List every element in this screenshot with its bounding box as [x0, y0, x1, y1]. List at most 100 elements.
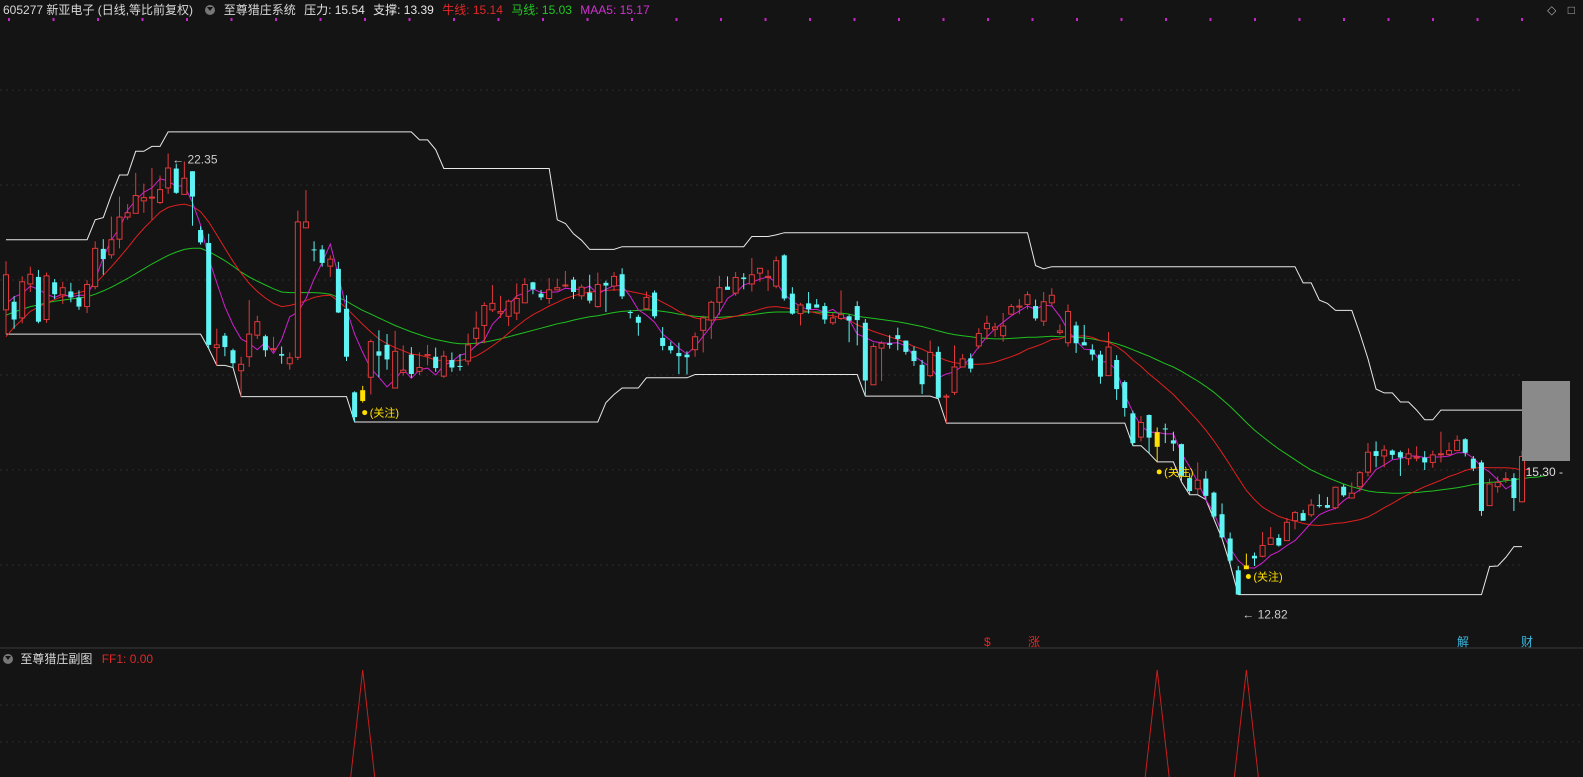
attention-label: (关注) — [1164, 465, 1193, 479]
candle-body — [1033, 306, 1039, 319]
candle-body — [11, 301, 17, 320]
ff1-spike — [350, 669, 376, 777]
bull-line — [5, 203, 1531, 527]
candle-body — [1486, 483, 1493, 507]
candle-body — [927, 351, 934, 377]
candle-body — [1146, 414, 1152, 438]
pressure-line — [6, 131, 1522, 421]
candle-body — [408, 354, 414, 374]
candle-body — [748, 274, 755, 285]
maximize-icon[interactable]: □ — [1568, 3, 1575, 17]
candle-body — [1073, 325, 1079, 344]
candle-body — [465, 344, 472, 362]
candle-body — [1227, 538, 1233, 561]
candle-body — [457, 365, 463, 367]
candle-body — [376, 351, 382, 356]
candle-body — [367, 341, 374, 378]
candle-body — [854, 306, 860, 321]
candle-body — [1000, 325, 1007, 337]
candle-body — [992, 326, 999, 330]
candle-body — [765, 275, 772, 278]
diamond-icon[interactable]: ◇ — [1547, 3, 1556, 17]
candle-body — [546, 289, 553, 299]
candle-body — [1389, 450, 1395, 455]
ma5-value: MAA5: 15.17 — [580, 3, 650, 17]
sub-panel-title[interactable]: 至尊猎庄副图 — [20, 652, 92, 666]
candle-body — [911, 350, 917, 362]
candle-body — [789, 293, 795, 314]
candle-body — [716, 287, 723, 303]
candle-body — [1356, 472, 1363, 488]
candle-body — [148, 196, 155, 199]
candle-body — [157, 189, 164, 204]
candle-body — [181, 177, 188, 195]
candle-body — [1122, 382, 1128, 408]
candle-body — [1219, 514, 1225, 538]
candle-body — [189, 171, 195, 197]
candle-body — [424, 354, 431, 357]
pressure-value: 压力: 15.54 — [304, 3, 365, 17]
candle-body — [951, 366, 958, 393]
candle-body — [797, 304, 804, 315]
top-right-toolbar: ◇ □ — [1539, 3, 1575, 17]
candle-body — [643, 296, 650, 310]
current-range-box — [1522, 381, 1570, 461]
candle-body — [562, 284, 569, 287]
candle-body — [983, 322, 990, 330]
candle-body — [400, 369, 407, 373]
indicator-name[interactable]: 至尊猎庄系统 — [224, 3, 296, 17]
candle-body — [335, 268, 341, 313]
sub-dropdown-icon[interactable] — [3, 653, 13, 664]
candle-body — [1154, 432, 1160, 447]
candle-body — [756, 267, 763, 274]
candle-body — [732, 276, 739, 294]
candle-body — [1429, 454, 1436, 463]
candle-body — [360, 390, 366, 401]
candle-body — [838, 314, 845, 319]
candle-body — [1170, 440, 1176, 444]
candle-body — [1405, 453, 1412, 460]
candle-body — [246, 333, 253, 358]
candle-body — [505, 300, 512, 317]
candle-body — [311, 249, 317, 251]
stock-title: 605277 新亚电子 (日线,等比前复权) — [3, 3, 194, 17]
candle-body — [676, 352, 682, 357]
candle-body — [1251, 555, 1257, 559]
candle-body — [27, 273, 34, 285]
ff1-spike — [1233, 669, 1259, 777]
bottom-marker: 涨 — [1028, 634, 1040, 649]
candle-body — [68, 291, 74, 298]
support-line — [6, 333, 1522, 596]
candle-body — [538, 293, 544, 298]
candle-body — [1373, 451, 1379, 456]
bottom-marker: $ — [984, 635, 991, 649]
candle-body — [725, 286, 731, 290]
candle-body — [222, 335, 228, 348]
current-price-value: 15.30 — [1525, 465, 1556, 479]
candle-body — [1348, 492, 1355, 499]
attention-dot — [362, 410, 368, 416]
dropdown-icon[interactable] — [205, 4, 216, 15]
candle-body — [660, 337, 666, 346]
attention-dot — [1245, 574, 1251, 580]
candle-body — [887, 343, 893, 345]
candle-body — [903, 340, 909, 352]
candle-body — [1308, 504, 1315, 516]
candle-body — [1235, 570, 1241, 595]
candle-body — [449, 359, 455, 368]
candle-body — [489, 302, 496, 311]
candle-body — [1518, 456, 1526, 503]
horse-line-value: 马线: 15.03 — [511, 3, 572, 17]
candle-body — [35, 276, 41, 322]
candle-body — [1283, 521, 1290, 542]
candle-body — [959, 358, 966, 368]
candle-body — [1259, 544, 1266, 557]
candle-body — [554, 287, 561, 291]
candle-body — [433, 356, 439, 369]
candle-body — [611, 275, 618, 287]
candle-body — [878, 342, 885, 349]
current-price-tag: 15.30 - — [1526, 465, 1563, 479]
candle-body — [440, 355, 447, 377]
candle-body — [684, 354, 690, 358]
candle-body — [1137, 422, 1144, 438]
